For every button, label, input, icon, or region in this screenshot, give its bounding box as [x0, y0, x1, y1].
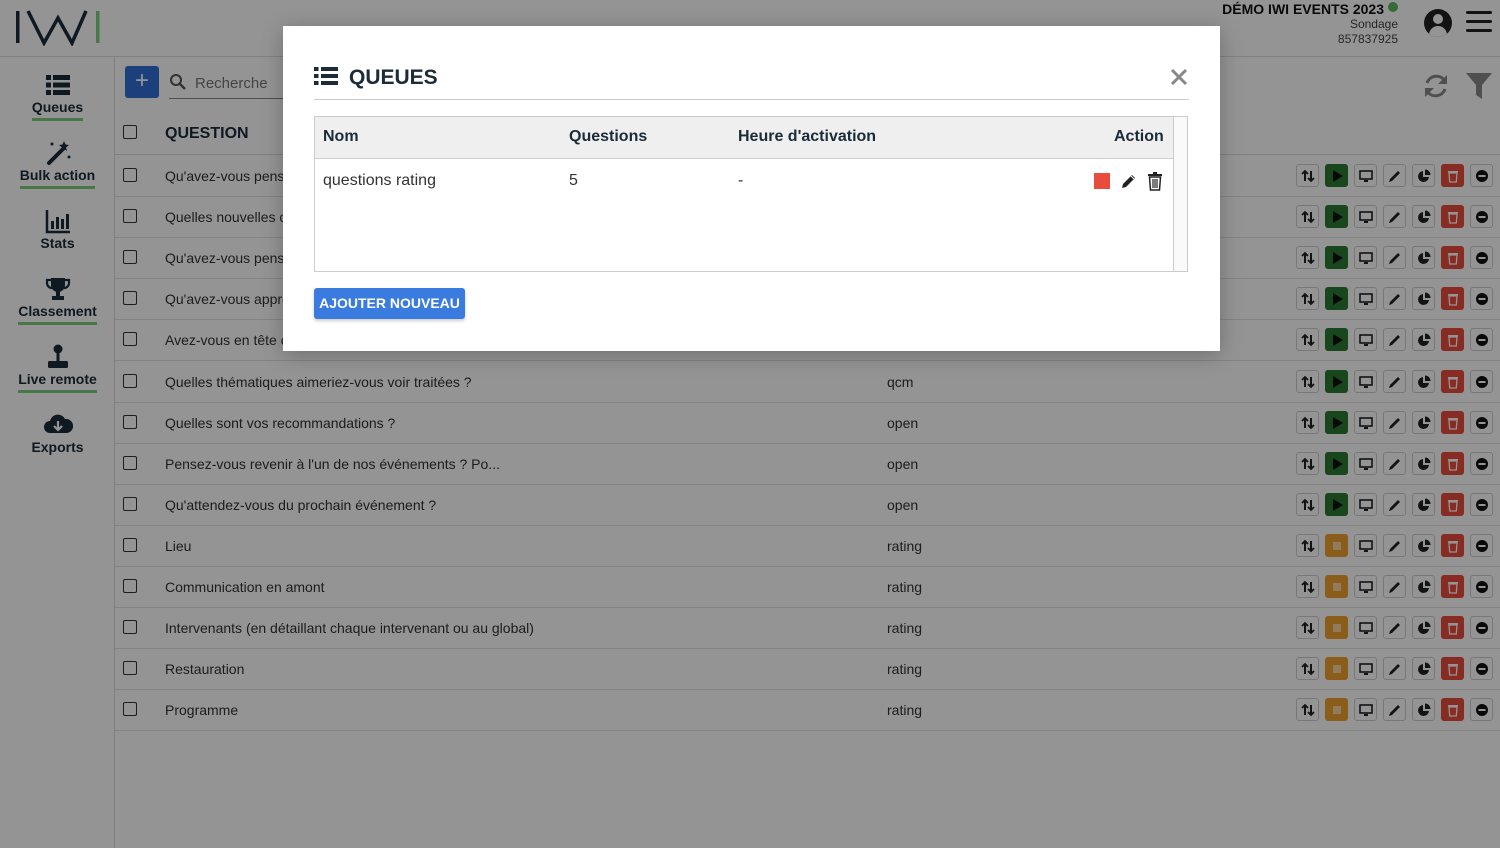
- column-header-name: Nom: [323, 128, 359, 145]
- modal-header: QUEUES: [314, 60, 1189, 100]
- queue-question-count: 5: [569, 172, 578, 189]
- queue-activation-time: -: [738, 172, 744, 189]
- trash-icon[interactable]: [1147, 171, 1163, 191]
- queue-name: questions rating: [323, 172, 436, 189]
- list-icon: [314, 67, 338, 85]
- column-header-action: Action: [1114, 128, 1164, 145]
- stop-icon[interactable]: [1094, 173, 1110, 189]
- column-header-activation: Heure d'activation: [738, 128, 877, 145]
- close-icon[interactable]: [1170, 68, 1188, 86]
- pencil-icon[interactable]: [1120, 172, 1138, 190]
- column-header-questions: Questions: [569, 128, 648, 145]
- queues-table-header: Nom Questions Heure d'activation Action: [315, 117, 1173, 159]
- scrollbar[interactable]: [1173, 117, 1187, 271]
- modal-title: QUEUES: [349, 66, 438, 89]
- queues-modal: QUEUES Nom Questions Heure d'activation …: [283, 26, 1220, 351]
- add-new-queue-button[interactable]: AJOUTER NOUVEAU: [314, 288, 465, 319]
- queues-table: Nom Questions Heure d'activation Action …: [314, 116, 1188, 272]
